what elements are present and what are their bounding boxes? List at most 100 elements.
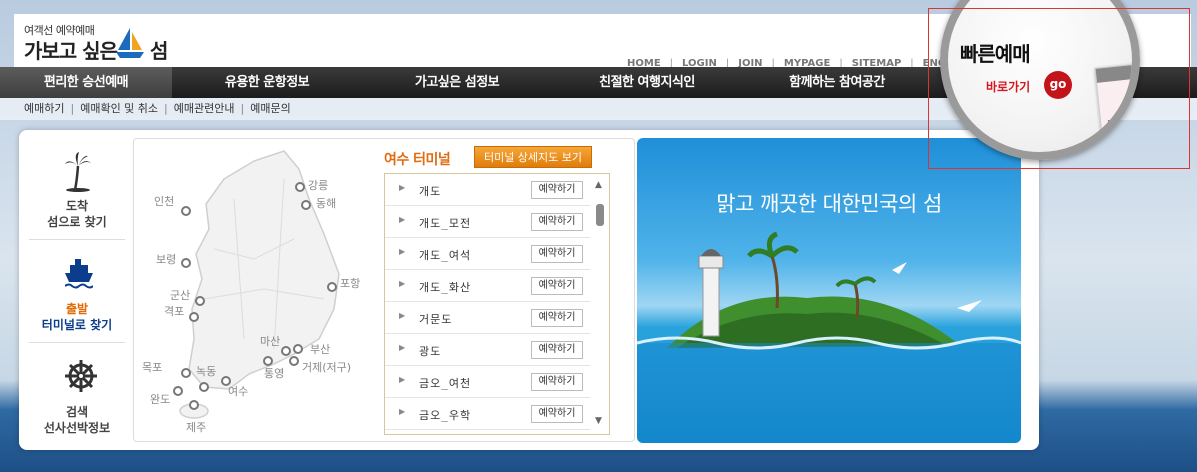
- scroll-down-icon[interactable]: ▼: [595, 416, 602, 426]
- arrow-right-icon: ▶: [399, 279, 406, 288]
- list-item[interactable]: ▶ 거문도 예약하기: [385, 302, 590, 334]
- destination-name: 개도_화산: [419, 281, 472, 294]
- list-item[interactable]: ▶ 광도 예약하기: [385, 334, 590, 366]
- island-banner[interactable]: 맑고 깨끗한 대한민국의 섬: [637, 138, 1021, 443]
- sidebar-line1: 도착: [65, 199, 89, 213]
- subnav-divider: |: [240, 102, 245, 115]
- list-item[interactable]: ▶ 개도 예약하기: [385, 174, 590, 206]
- logo-island[interactable]: 섬: [150, 35, 168, 64]
- subnav-book[interactable]: 예매하기: [24, 98, 64, 120]
- mainnav-booking[interactable]: 편리한 승선예매: [0, 67, 172, 98]
- map-label-tongyeong: 통영: [264, 367, 284, 380]
- map-node-incheon[interactable]: [181, 206, 191, 216]
- map-label-nokdong: 녹동: [196, 365, 216, 378]
- sidebar-line2: 터미널로 찾기: [41, 318, 113, 332]
- map-node-busan[interactable]: [293, 344, 303, 354]
- map-label-busan: 부산: [310, 343, 330, 356]
- map-node-gyeokpo[interactable]: [189, 312, 199, 322]
- arrow-right-icon: ▶: [399, 407, 406, 416]
- arrow-right-icon: ▶: [399, 183, 406, 192]
- map-label-gyeokpo: 격포: [164, 305, 184, 318]
- map-label-wando: 완도: [150, 393, 170, 406]
- ship-icon: [65, 259, 93, 289]
- sidebar-line1: 출발: [65, 302, 89, 316]
- map-node-pohang[interactable]: [327, 282, 337, 292]
- mainnav-travel-knowledge[interactable]: 친절한 여행지식인: [552, 67, 742, 98]
- map-node-tongyeong[interactable]: [263, 356, 273, 366]
- sidebar-line2: 선사선박정보: [43, 421, 111, 435]
- reserve-button[interactable]: 예약하기: [531, 277, 583, 295]
- map-label-donghae: 동해: [316, 196, 336, 210]
- arrow-right-icon: ▶: [399, 311, 406, 320]
- list-item[interactable]: ▶ 개도_모전 예약하기: [385, 206, 590, 238]
- destination-list: ▶ 개도 예약하기 ▶ 개도_모전 예약하기 ▶ 개도_여석 예약하기 ▶ 개도…: [384, 173, 610, 435]
- reserve-button[interactable]: 예약하기: [531, 181, 583, 199]
- destination-name: 개도: [419, 185, 442, 198]
- terminal-title: 여수 터미널: [384, 152, 451, 168]
- map-label-incheon: 인천: [154, 194, 174, 208]
- map-node-boryeong[interactable]: [181, 258, 191, 268]
- map-node-wando[interactable]: [173, 386, 183, 396]
- destination-name: 거문도: [419, 313, 453, 326]
- arrow-right-icon: ▶: [399, 247, 406, 256]
- arrow-right-icon: ▶: [399, 343, 406, 352]
- map-label-mokpo: 목포: [142, 361, 162, 374]
- terminal-map-area: 인천 강릉 동해 보령 포항 군산 격포 마산 부산 거제(저구) 목포 녹동 …: [133, 138, 635, 442]
- search-sidebar: 도착섬으로 찾기 출발터미널로 찾기 검색선사선박정보: [29, 140, 125, 440]
- map-node-masan[interactable]: [281, 346, 291, 356]
- subnav-divider: |: [164, 102, 168, 115]
- mainnav-island-info[interactable]: 가고싶은 섬정보: [362, 67, 552, 98]
- korea-map: 인천 강릉 동해 보령 포항 군산 격포 마산 부산 거제(저구) 목포 녹동 …: [142, 150, 360, 434]
- sailboat-logo-icon: [116, 28, 144, 58]
- mainnav-operation-info[interactable]: 유용한 운항정보: [172, 67, 362, 98]
- island-illustration: [637, 231, 1021, 443]
- map-node-gangneung[interactable]: [295, 182, 305, 192]
- subnav-divider: |: [70, 102, 75, 115]
- sidebar-line1: 검색: [65, 405, 89, 419]
- map-node-geoje[interactable]: [289, 356, 299, 366]
- destination-name: 광도: [419, 345, 442, 358]
- subnav-check-cancel[interactable]: 예매확인 및 취소: [80, 98, 158, 120]
- sidebar-item-island[interactable]: 도착섬으로 찾기: [29, 140, 125, 240]
- map-label-geoje: 거제(저구): [302, 361, 351, 374]
- list-item[interactable]: ▶ 개도_여석 예약하기: [385, 238, 590, 270]
- map-node-jeju[interactable]: [189, 400, 199, 410]
- map-node-nokdong[interactable]: [199, 382, 209, 392]
- subnav-guide[interactable]: 예매관련안내: [174, 98, 235, 120]
- map-label-gangneung: 강릉: [308, 179, 328, 192]
- reserve-button[interactable]: 예약하기: [531, 309, 583, 327]
- reserve-button[interactable]: 예약하기: [531, 405, 583, 423]
- reserve-button[interactable]: 예약하기: [531, 341, 583, 359]
- map-node-yeosu[interactable]: [221, 376, 231, 386]
- terminal-detail-map-button[interactable]: 터미널 상세지도 보기: [474, 146, 592, 168]
- sidebar-item-terminal[interactable]: 출발터미널로 찾기: [29, 243, 125, 343]
- list-scrollbar[interactable]: ▲ ▼: [591, 174, 609, 434]
- sidebar-item-ship-info[interactable]: 검색선사선박정보: [29, 346, 125, 446]
- map-node-gunsan[interactable]: [195, 296, 205, 306]
- helm-icon: [65, 360, 97, 392]
- reserve-button[interactable]: 예약하기: [531, 245, 583, 263]
- scroll-up-icon[interactable]: ▲: [595, 180, 602, 190]
- mainnav-community[interactable]: 함께하는 참여공간: [742, 67, 932, 98]
- map-label-gunsan: 군산: [170, 289, 190, 302]
- map-label-pohang: 포항: [340, 277, 360, 290]
- list-item[interactable]: ▶ 금오_여천 예약하기: [385, 366, 590, 398]
- map-label-boryeong: 보령: [156, 253, 176, 266]
- reserve-button[interactable]: 예약하기: [531, 373, 583, 391]
- destination-name: 금오_여천: [419, 377, 472, 390]
- reserve-button[interactable]: 예약하기: [531, 213, 583, 231]
- quick-booking-highlight: [928, 8, 1190, 169]
- palm-icon: [65, 152, 91, 192]
- map-node-mokpo[interactable]: [181, 368, 191, 378]
- subnav-inquiry[interactable]: 예매문의: [250, 98, 290, 120]
- destination-name: 개도_여석: [419, 249, 472, 262]
- list-item[interactable]: ▶ 금오_우학 예약하기: [385, 398, 590, 430]
- logo-title[interactable]: 가보고 싶은: [24, 35, 118, 64]
- destination-name: 개도_모전: [419, 217, 472, 230]
- list-item[interactable]: ▶ 개도_화산 예약하기: [385, 270, 590, 302]
- map-node-donghae[interactable]: [301, 200, 311, 210]
- sidebar-line2: 섬으로 찾기: [47, 215, 107, 229]
- booking-panel: 도착 섬으로 찾기 출발 터미널로 찾기 검색 선사선박정보 인천 강릉 동해 …: [19, 130, 1039, 450]
- map-label-masan: 마산: [260, 335, 280, 348]
- scroll-thumb[interactable]: [596, 204, 604, 226]
